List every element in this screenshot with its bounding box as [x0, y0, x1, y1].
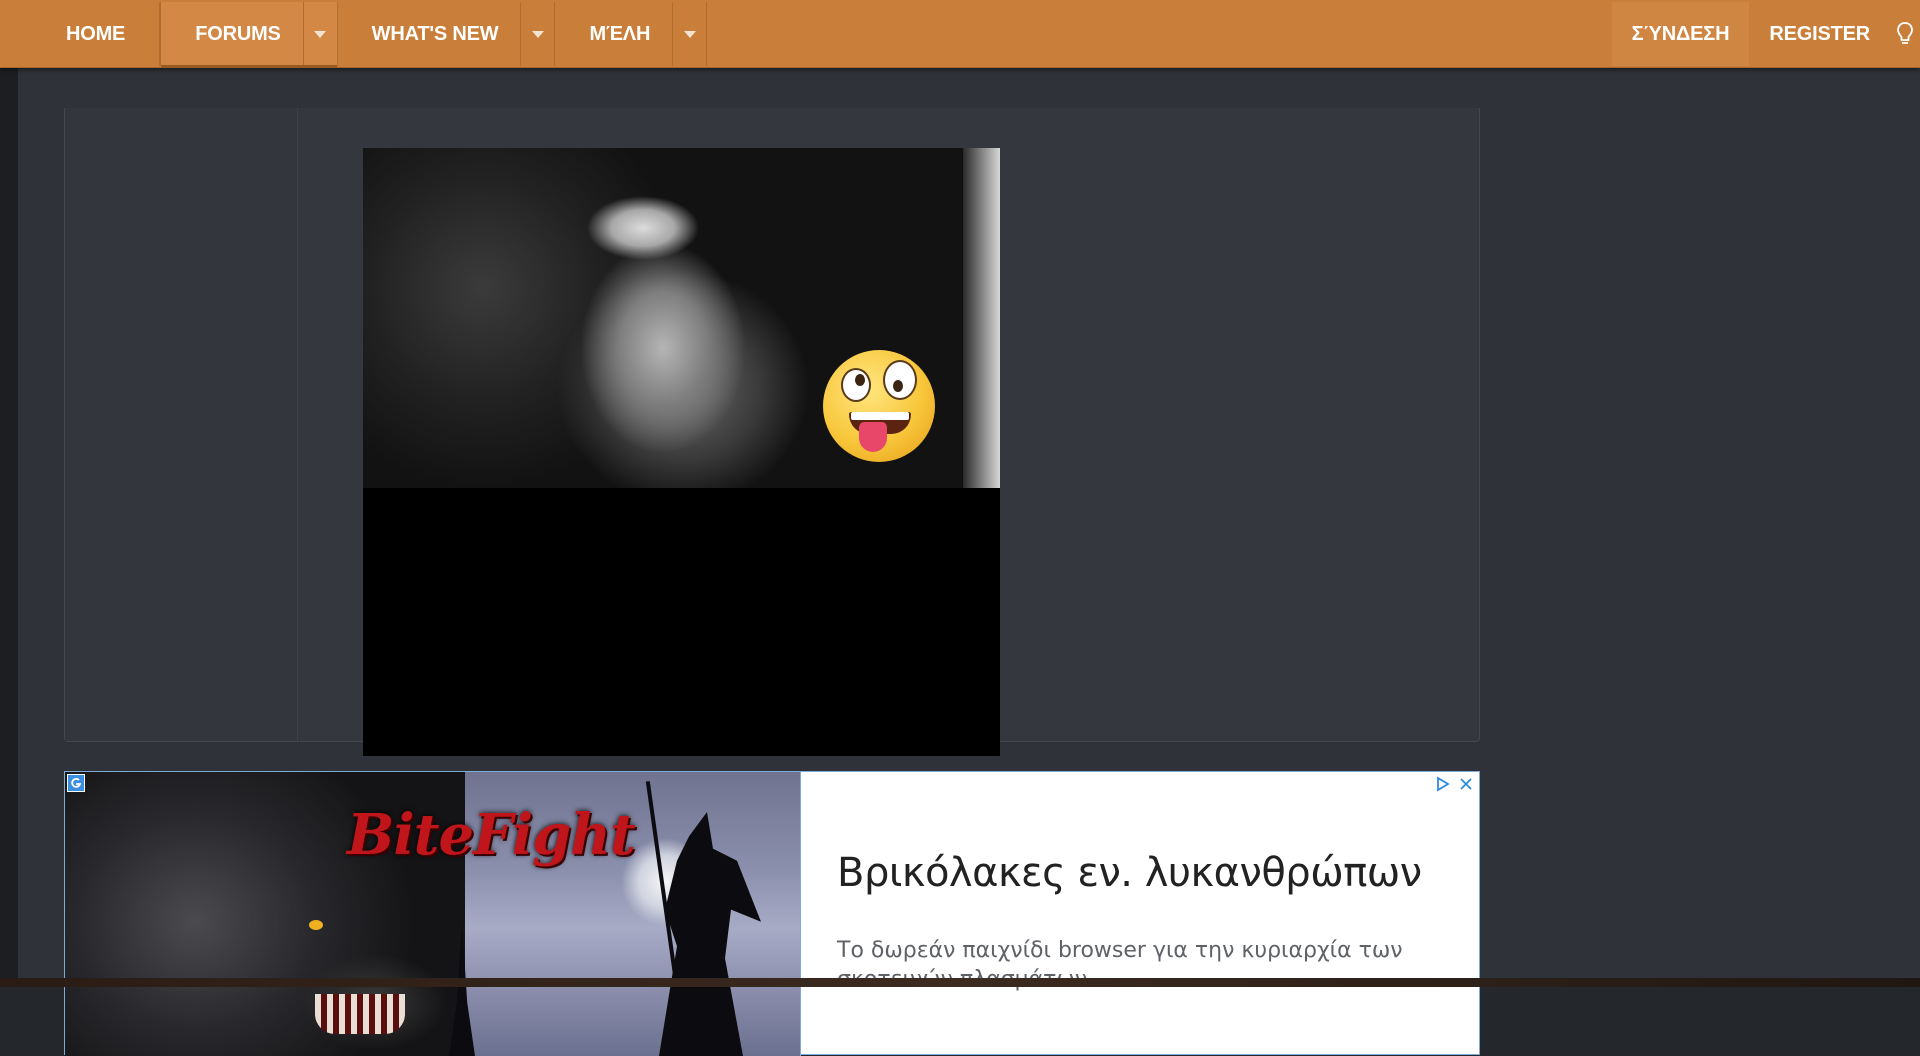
whats-new-dropdown-toggle[interactable] — [520, 2, 554, 66]
nav-account: ΣΎΝΔΕΣΗ REGISTER — [1611, 2, 1920, 66]
forum-post — [64, 108, 1480, 756]
werewolf-teeth — [315, 994, 405, 1034]
ad-brand-logo: BiteFight — [347, 802, 636, 868]
photo-edge — [963, 148, 1000, 488]
lightbulb-svg — [1897, 22, 1913, 44]
werewolf-eye — [309, 920, 323, 930]
lightbulb-icon[interactable] — [1890, 2, 1920, 66]
nav-whats-new[interactable]: WHAT'S NEW — [338, 2, 556, 66]
login-button[interactable]: ΣΎΝΔΕΣΗ — [1611, 2, 1750, 66]
chevron-down-icon — [314, 30, 327, 38]
emoji-pupil — [893, 380, 903, 392]
login-label: ΣΎΝΔΕΣΗ — [1631, 22, 1730, 45]
chevron-down-icon — [683, 30, 696, 38]
close-ad-icon[interactable] — [1459, 777, 1473, 796]
nav-members[interactable]: ΜΈΛΗ — [555, 2, 708, 66]
top-navigation-bar: HOME FORUMS WHAT'S NEW ΜΈΛΗ ΣΎΝΔΕΣΗ REGI… — [0, 0, 1920, 68]
page-footer-background — [0, 978, 1920, 987]
ad-controls — [1435, 776, 1473, 797]
emoji-eye-left — [841, 368, 871, 402]
nav-primary: HOME FORUMS WHAT'S NEW ΜΈΛΗ — [32, 2, 708, 68]
emoji-eye-right — [883, 360, 917, 400]
nav-home[interactable]: HOME — [32, 2, 161, 66]
emoji-teeth — [851, 412, 909, 420]
ad-network-icon[interactable] — [67, 774, 85, 792]
advertisement-banner[interactable]: BiteFight Βρικόλακες εν. λυκανθρώπων Το … — [64, 771, 1480, 1056]
ad-network-svg — [71, 777, 82, 788]
emoji-pupil — [855, 374, 865, 386]
post-attached-image[interactable] — [363, 148, 1000, 756]
nav-forums-label: FORUMS — [195, 22, 281, 45]
nav-forums[interactable]: FORUMS — [160, 2, 338, 68]
chevron-down-icon — [531, 30, 544, 38]
register-label: REGISTER — [1769, 22, 1870, 45]
register-button[interactable]: REGISTER — [1749, 2, 1890, 66]
ad-image[interactable]: BiteFight — [65, 772, 801, 1056]
nav-members-label: ΜΈΛΗ — [589, 22, 651, 45]
nav-home-label: HOME — [66, 22, 126, 45]
forums-dropdown-toggle[interactable] — [302, 2, 337, 66]
main-content: BiteFight Βρικόλακες εν. λυκανθρώπων Το … — [18, 68, 1920, 1056]
zany-face-emoji-icon — [823, 350, 935, 462]
post-user-column — [65, 108, 298, 741]
close-svg — [1460, 778, 1472, 790]
adchoices-icon[interactable] — [1435, 776, 1451, 797]
nav-whats-new-label: WHAT'S NEW — [371, 22, 499, 45]
ad-title[interactable]: Βρικόλακες εν. λυκανθρώπων — [837, 850, 1422, 896]
emoji-tongue — [859, 422, 887, 452]
adchoices-svg — [1437, 776, 1450, 792]
members-dropdown-toggle[interactable] — [672, 2, 706, 66]
page-left-edge — [0, 68, 18, 987]
